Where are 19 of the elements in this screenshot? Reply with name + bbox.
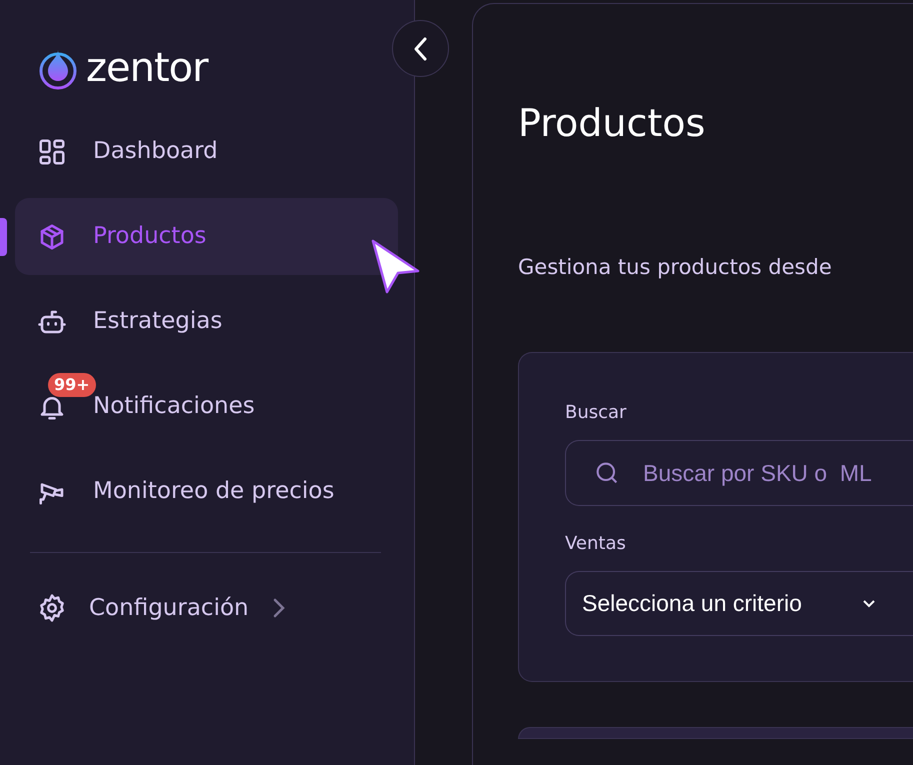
logo-text: zentor <box>86 44 208 92</box>
page-subtitle: Gestiona tus productos desde <box>518 255 833 280</box>
search-field[interactable]: Buscar por SKU o ML <box>565 440 913 506</box>
sidebar-item[interactable]: Estrategias <box>15 283 398 360</box>
notification-badge: 99+ <box>48 373 96 397</box>
page-title: Productos <box>518 104 706 142</box>
selected-indicator <box>0 218 7 256</box>
sidebar-item[interactable]: Monitoreo de precios <box>15 453 398 530</box>
field-label: Ventas <box>565 532 627 556</box>
sales-select[interactable]: Selecciona un criterio <box>565 571 913 636</box>
cursor-icon <box>370 238 420 294</box>
settings-item[interactable]: Configuración <box>37 583 287 634</box>
sidebar-item[interactable]: Dashboard <box>15 113 398 190</box>
settings-icon <box>37 593 67 624</box>
sidebar-item[interactable]: Notificaciones 99+ <box>15 368 398 445</box>
caret-icon <box>862 598 876 610</box>
sidebar-item[interactable]: Productos <box>15 198 398 275</box>
dashboard-icon <box>37 136 67 166</box>
field-label: Buscar <box>565 401 628 426</box>
